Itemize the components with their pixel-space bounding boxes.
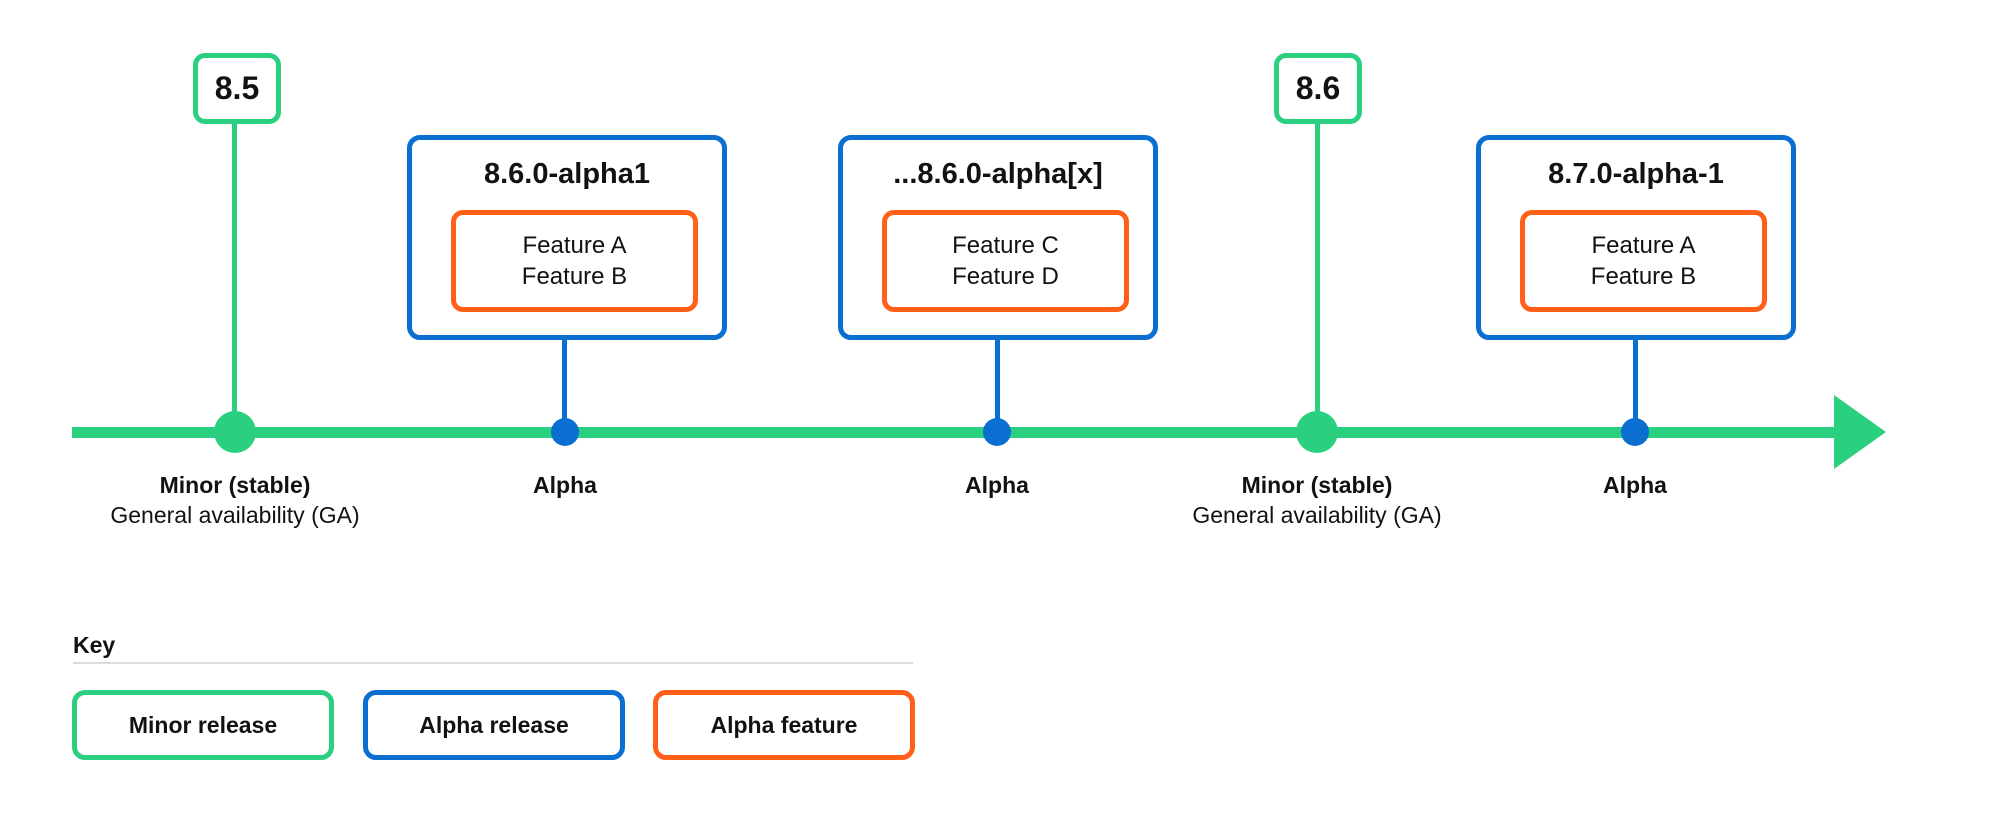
minor-release-marker [1296, 411, 1338, 453]
alpha-release-stem [1633, 338, 1638, 423]
alpha-release-label: Alpha [395, 470, 735, 500]
key-item-minor-release: Minor release [72, 690, 334, 760]
key-item-alpha-feature: Alpha feature [653, 690, 915, 760]
minor-release-version: 8.5 [214, 70, 260, 106]
minor-release-stem [232, 122, 237, 422]
key-title: Key [73, 632, 116, 658]
minor-release-label: Minor (stable) General availability (GA) [65, 470, 405, 530]
alpha-release-marker [983, 418, 1011, 446]
alpha-release-box: ...8.6.0-alpha[x] Feature C Feature D [838, 135, 1158, 340]
feature-item: Feature B [1590, 263, 1697, 290]
feature-item: Feature C [952, 232, 1059, 259]
feature-item: Feature D [952, 263, 1059, 290]
feature-item: Feature A [522, 232, 627, 259]
milestone-sub-label: General availability (GA) [1192, 502, 1442, 528]
key-item-label: Alpha feature [710, 711, 858, 738]
alpha-release-marker [1621, 418, 1649, 446]
alpha-release-stem [995, 338, 1000, 423]
minor-release-version-box: 8.5 [193, 53, 281, 124]
alpha-release-version: 8.7.0-alpha-1 [1548, 158, 1724, 190]
milestone-type-label: Alpha [965, 472, 1029, 498]
key-item-alpha-release: Alpha release [363, 690, 625, 760]
timeline-arrow-head-icon [1834, 395, 1886, 469]
alpha-release-box: 8.7.0-alpha-1 Feature A Feature B [1476, 135, 1796, 340]
key-item-label: Minor release [128, 711, 278, 738]
alpha-feature-box: Feature C Feature D [882, 210, 1129, 312]
milestone-type-label: Minor (stable) [159, 472, 311, 498]
minor-release-stem [1315, 122, 1320, 422]
alpha-release-stem [562, 338, 567, 423]
minor-release-label: Minor (stable) General availability (GA) [1147, 470, 1487, 530]
key-divider [73, 662, 913, 664]
minor-release-version-box: 8.6 [1274, 53, 1362, 124]
alpha-release-label: Alpha [1465, 470, 1805, 500]
alpha-release-version: ...8.6.0-alpha[x] [893, 158, 1103, 190]
milestone-type-label: Alpha [533, 472, 597, 498]
alpha-release-version: 8.6.0-alpha1 [483, 158, 651, 190]
milestone-type-label: Alpha [1603, 472, 1667, 498]
alpha-feature-box: Feature A Feature B [1520, 210, 1767, 312]
feature-item: Feature A [1591, 232, 1696, 259]
key-item-label: Alpha release [419, 711, 569, 738]
alpha-release-marker [551, 418, 579, 446]
minor-release-version: 8.6 [1295, 70, 1341, 106]
alpha-release-box: 8.6.0-alpha1 Feature A Feature B [407, 135, 727, 340]
timeline-axis [72, 427, 1842, 438]
milestone-type-label: Minor (stable) [1241, 472, 1393, 498]
feature-item: Feature B [521, 263, 628, 290]
alpha-feature-box: Feature A Feature B [451, 210, 698, 312]
minor-release-marker [214, 411, 256, 453]
alpha-release-label: Alpha [827, 470, 1167, 500]
milestone-sub-label: General availability (GA) [110, 502, 360, 528]
